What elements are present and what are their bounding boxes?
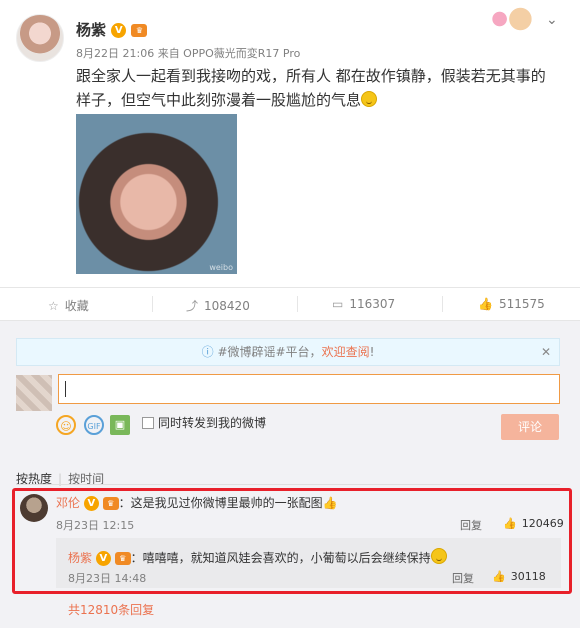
highlight-annotation-box — [12, 488, 572, 594]
comment-button[interactable]: ▭ 116307 — [332, 297, 395, 311]
submit-comment-button[interactable]: 评论 — [501, 414, 559, 440]
post-meta: 8月22日 21:06 来自 OPPO薇光而変R17 Pro — [76, 47, 301, 60]
thumbs-up-icon: 👍 — [478, 297, 493, 311]
verified-badge-icon: V — [111, 23, 127, 38]
image-upload-icon[interactable]: ▣ — [110, 415, 130, 435]
forward-button[interactable]: ⤴ 108420 — [186, 297, 250, 314]
like-button[interactable]: 👍 511575 — [478, 297, 545, 311]
star-icon: ☆ — [48, 299, 59, 313]
close-icon[interactable]: ✕ — [541, 339, 551, 365]
text-caret — [65, 381, 66, 397]
divider — [297, 296, 298, 312]
favorite-button[interactable]: ☆ 收藏 — [48, 297, 89, 314]
forward-icon: ⤴ — [186, 299, 199, 313]
post-text-content: 跟全家人一起看到我接吻的戏，所有人 都在故作镇静，假装若无其事的样子，但空气中此… — [76, 67, 546, 109]
chevron-down-icon[interactable]: ⌄ — [546, 12, 558, 28]
post-actions-bar: ☆ 收藏 ⤴ 108420 ▭ 116307 👍 511575 — [0, 287, 580, 321]
notice-text: #微博辟谣#平台， — [217, 345, 322, 359]
image-watermark: weibo — [209, 263, 233, 272]
author-name-text[interactable]: 杨紫 — [76, 21, 106, 39]
forward-checkbox[interactable] — [142, 417, 154, 429]
info-icon: ⓘ — [201, 345, 214, 359]
forward-checkbox-row[interactable]: 同时转发到我的微博 — [142, 415, 266, 431]
notice-link[interactable]: 欢迎查阅 — [322, 345, 370, 359]
view-all-replies-link[interactable]: 共12810条回复 — [68, 601, 154, 618]
favorite-label: 收藏 — [64, 299, 89, 313]
sticker-decoration-icon — [484, 4, 536, 34]
like-count: 511575 — [498, 297, 545, 311]
forward-count: 108420 — [204, 299, 250, 313]
current-user-avatar — [16, 375, 52, 411]
post-author-name[interactable]: 杨紫 V ♛ — [76, 19, 148, 40]
gif-icon[interactable]: GIF — [84, 415, 104, 435]
divider — [152, 296, 153, 312]
comment-count: 116307 — [349, 297, 396, 311]
post-author-avatar[interactable] — [16, 14, 64, 62]
smile-emoji-icon — [361, 91, 378, 107]
post-image[interactable]: weibo — [76, 114, 237, 274]
rumor-notice-banner: ⓘ #微博辟谣#平台，欢迎查阅! ✕ — [16, 338, 560, 366]
bottom-strip — [0, 620, 580, 628]
notice-suffix: ! — [369, 345, 375, 359]
vip-crown-icon: ♛ — [131, 24, 148, 37]
emoji-icon[interactable]: ☺ — [56, 415, 76, 435]
comment-input[interactable] — [58, 374, 560, 404]
forward-checkbox-label: 同时转发到我的微博 — [158, 416, 267, 430]
divider — [442, 296, 443, 312]
post-text: 跟全家人一起看到我接吻的戏，所有人 都在故作镇静，假装若无其事的样子，但空气中此… — [76, 64, 556, 112]
comment-icon: ▭ — [332, 297, 344, 311]
divider — [16, 484, 560, 485]
